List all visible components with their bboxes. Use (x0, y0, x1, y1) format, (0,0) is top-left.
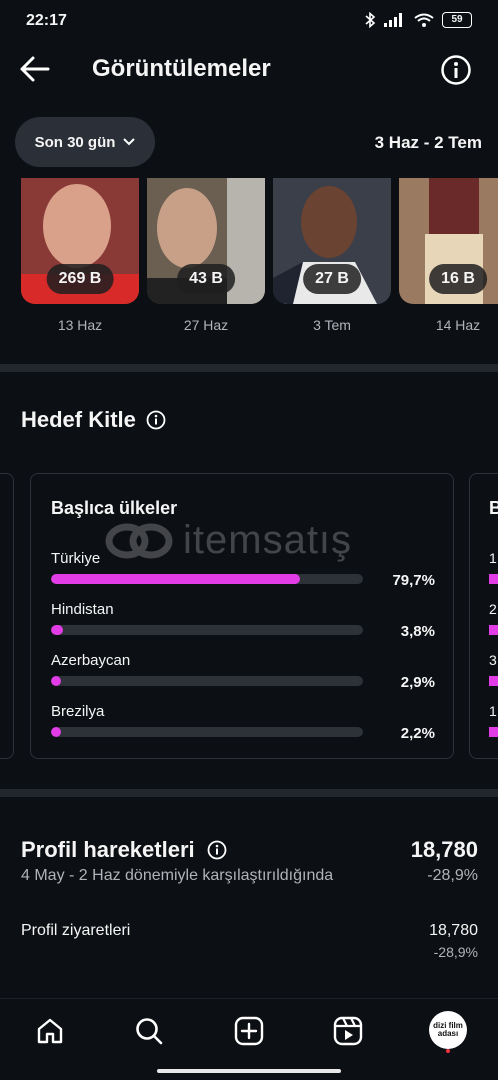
next-card-row: 1 (489, 703, 497, 719)
reels-icon (333, 1016, 363, 1046)
audience-section-title: Hedef Kitle (21, 407, 166, 433)
thumbnail-date: 14 Haz (435, 317, 481, 333)
content-thumbnail[interactable]: 16 B (399, 178, 498, 304)
thumbnail-date: 3 Tem (313, 317, 351, 333)
notification-dot (446, 1049, 450, 1053)
view-count: 16 B (429, 264, 487, 294)
nav-search[interactable] (131, 1013, 167, 1049)
back-button[interactable] (18, 54, 52, 84)
country-name: Brezilya (51, 703, 105, 720)
page-title: Görüntülemeler (92, 55, 271, 82)
previous-card-edge[interactable] (0, 473, 14, 759)
audience-title: Hedef Kitle (21, 407, 136, 432)
top-content-carousel[interactable]: 269 B 13 Haz 43 B 27 Haz 27 B 3 Tem 16 B… (0, 178, 498, 338)
profile-comparison-text: 4 May - 2 Haz dönemiyle karşılaştırıldığ… (21, 867, 334, 884)
info-icon[interactable] (146, 410, 166, 430)
country-name: Hindistan (51, 601, 114, 618)
info-icon[interactable] (207, 840, 227, 860)
info-button[interactable] (440, 54, 472, 86)
status-icons: 59 (364, 12, 472, 28)
country-bar-track (51, 625, 363, 635)
next-card-edge[interactable]: B 1 2 3 1 (469, 473, 498, 759)
profile-total: 18,780 (410, 837, 478, 862)
content-thumbnail[interactable]: 27 B (273, 178, 391, 304)
metric-change: -28,9% (433, 944, 478, 960)
country-bar-fill (51, 574, 300, 584)
header: Görüntülemeler (0, 46, 498, 94)
chevron-down-icon (123, 138, 136, 146)
profile-title-text: Profil hareketleri (21, 837, 195, 862)
country-bar-track (51, 727, 363, 737)
home-indicator (157, 1069, 341, 1073)
profile-change: -28,9% (427, 867, 478, 884)
battery-indicator: 59 (442, 12, 472, 28)
country-name: Azerbaycan (51, 652, 131, 669)
country-bar-fill (51, 727, 61, 737)
country-row: Hindistan 3,8% (51, 601, 435, 645)
range-label: Son 30 gün (34, 133, 116, 151)
next-card-row: 2 (489, 601, 497, 617)
next-card-row: 1 (489, 550, 497, 566)
metric-value: 18,780 (429, 922, 478, 939)
country-percent: 3,8% (400, 623, 435, 640)
top-countries-card: Başlıca ülkeler Türkiye 79,7% Hindistan … (30, 473, 454, 759)
metric-label: Profil ziyaretleri (21, 922, 131, 939)
thumbnail-date: 13 Haz (57, 317, 103, 333)
status-bar: 22:17 59 (0, 0, 498, 40)
country-name: Türkiye (51, 550, 101, 567)
info-icon (441, 55, 471, 85)
country-percent: 2,9% (400, 674, 435, 691)
bottom-navigation: dizi film adası (0, 998, 498, 1080)
date-range-dropdown[interactable]: Son 30 gün (15, 117, 155, 167)
next-card-bar (489, 574, 498, 584)
view-count: 269 B (46, 264, 114, 294)
country-bar-track (51, 676, 363, 686)
country-percent: 2,2% (400, 725, 435, 742)
section-divider (0, 789, 498, 797)
wifi-icon (414, 13, 434, 27)
section-divider (0, 364, 498, 372)
nav-reels[interactable] (330, 1013, 366, 1049)
view-count: 43 B (177, 264, 235, 294)
country-row: Brezilya 2,2% (51, 703, 435, 747)
add-icon (234, 1016, 264, 1046)
next-card-bar (489, 625, 498, 635)
card-title: Başlıca ülkeler (51, 498, 178, 518)
date-range-text: 3 Haz - 2 Tem (374, 133, 482, 152)
country-bar-fill (51, 676, 61, 686)
profile-activity-title: Profil hareketleri (21, 837, 478, 863)
country-percent: 79,7% (392, 572, 435, 589)
next-card-title: B (489, 498, 498, 519)
country-bar-fill (51, 625, 63, 635)
signal-icon (384, 13, 402, 27)
country-row: Azerbaycan 2,9% (51, 652, 435, 696)
next-card-row: 3 (489, 652, 497, 668)
metric-row[interactable]: Profil ziyaretleri 18,780 -28,9% (21, 922, 478, 966)
nav-create[interactable] (231, 1013, 267, 1049)
profile-activity-summary: Profil hareketleri 4 May - 2 Haz dönemiy… (21, 837, 478, 884)
home-icon (37, 1018, 63, 1044)
country-row: Türkiye 79,7% (51, 550, 435, 594)
thumbnail-date: 27 Haz (183, 317, 229, 333)
back-arrow-icon (20, 56, 50, 82)
filter-row: Son 30 gün 3 Haz - 2 Tem (0, 117, 498, 169)
nav-home[interactable] (32, 1013, 68, 1049)
bluetooth-icon (365, 12, 376, 28)
content-thumbnail[interactable]: 43 B (147, 178, 265, 304)
profile-avatar[interactable]: dizi film adası (429, 1011, 467, 1049)
view-count: 27 B (303, 264, 361, 294)
next-card-bar (489, 676, 498, 686)
search-icon (136, 1018, 163, 1045)
content-thumbnail[interactable]: 269 B (21, 178, 139, 304)
country-bar-track (51, 574, 363, 584)
next-card-bar (489, 727, 498, 737)
status-time: 22:17 (26, 12, 67, 29)
